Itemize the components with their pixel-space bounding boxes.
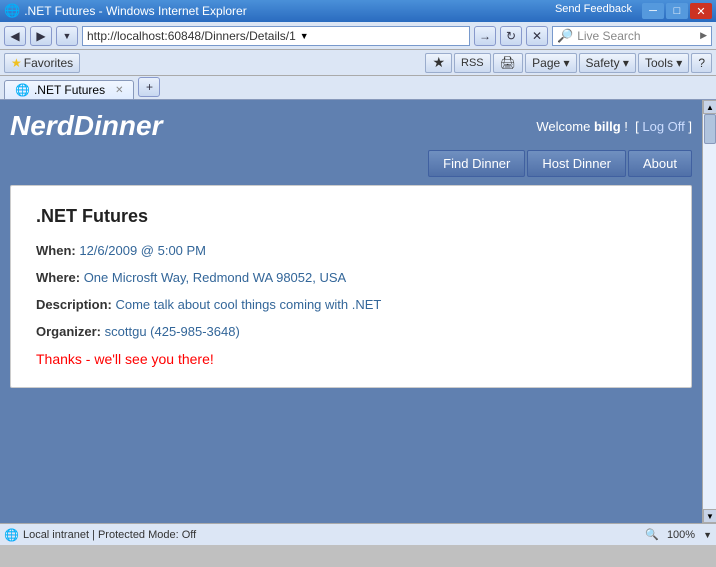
stop-button[interactable]: ✕ <box>526 26 548 46</box>
nav-buttons: Find Dinner Host Dinner About <box>10 150 692 177</box>
when-value: 12/6/2009 @ 5:00 PM <box>79 243 206 258</box>
organizer-value: scottgu (425-985-3648) <box>105 324 240 339</box>
find-dinner-button[interactable]: Find Dinner <box>428 150 525 177</box>
dinner-title: .NET Futures <box>36 206 666 227</box>
host-dinner-button[interactable]: Host Dinner <box>527 150 626 177</box>
tab-close-icon[interactable]: ✕ <box>115 85 123 96</box>
zoom-dropdown-icon[interactable]: ▼ <box>703 530 712 540</box>
dinner-detail-card: .NET Futures When: 12/6/2009 @ 5:00 PM W… <box>10 185 692 388</box>
safety-menu[interactable]: Safety ▾ <box>579 53 636 73</box>
log-off-link[interactable]: Log Off <box>642 119 684 134</box>
address-input[interactable]: http://localhost:60848/Dinners/Details/1… <box>82 26 470 46</box>
zone-label: Local intranet | Protected Mode: Off <box>23 529 196 541</box>
tab-icon: 🌐 <box>15 83 30 97</box>
rss-button[interactable]: RSS <box>454 53 491 73</box>
minimize-button[interactable]: ─ <box>642 3 664 19</box>
organizer-field: Organizer: scottgu (425-985-3648) <box>36 324 666 339</box>
tab-bar: 🌐 .NET Futures ✕ + <box>0 76 716 100</box>
send-feedback-link[interactable]: Send Feedback <box>555 3 632 19</box>
help-button[interactable]: ? <box>691 53 712 73</box>
go-button[interactable]: → <box>474 26 496 46</box>
zoom-level: 100% <box>667 529 695 541</box>
tools-menu[interactable]: Tools ▾ <box>638 53 689 73</box>
thanks-message: Thanks - we'll see you there! <box>36 351 666 367</box>
username: billg <box>594 119 621 134</box>
status-right: 🔍 100% ▼ <box>645 528 712 541</box>
url-text: http://localhost:60848/Dinners/Details/1 <box>87 29 296 43</box>
when-field: When: 12/6/2009 @ 5:00 PM <box>36 243 666 258</box>
history-dropdown-button[interactable]: ▼ <box>56 26 78 46</box>
forward-button[interactable]: ▶ <box>30 26 52 46</box>
organizer-label: Organizer: <box>36 324 101 339</box>
title-bar: 🌐 .NET Futures - Windows Internet Explor… <box>0 0 716 22</box>
title-bar-left: 🌐 .NET Futures - Windows Internet Explor… <box>4 3 247 19</box>
close-button[interactable]: ✕ <box>690 3 712 19</box>
star-icon: ★ <box>11 56 22 70</box>
status-bar: 🌐 Local intranet | Protected Mode: Off 🔍… <box>0 523 716 545</box>
app-header: NerdDinner Welcome billg ! [ Log Off ] <box>10 110 692 142</box>
stop-icon: ✕ <box>532 29 542 43</box>
back-icon: ◀ <box>10 29 19 43</box>
back-button[interactable]: ◀ <box>4 26 26 46</box>
app-title: NerdDinner <box>10 110 162 142</box>
when-label: When: <box>36 243 76 258</box>
globe-icon: 🌐 <box>4 528 19 542</box>
welcome-label: Welcome <box>536 119 590 134</box>
forward-icon: ▶ <box>36 29 45 43</box>
description-field: Description: Come talk about cool things… <box>36 297 666 312</box>
search-placeholder: Live Search <box>577 29 696 43</box>
scroll-thumb[interactable] <box>704 114 716 144</box>
zoom-icon: 🔍 <box>645 528 659 541</box>
welcome-area: Welcome billg ! [ Log Off ] <box>536 119 692 134</box>
toolbar: ★ Favorites ★ RSS 🖨 Page ▾ Safety ▾ Tool… <box>0 50 716 76</box>
browser-content: NerdDinner Welcome billg ! [ Log Off ] F… <box>0 100 716 545</box>
where-value: One Microsft Way, Redmond WA 98052, USA <box>84 270 347 285</box>
where-label: Where: <box>36 270 80 285</box>
title-bar-controls: Send Feedback ─ □ ✕ <box>555 3 712 19</box>
print-button[interactable]: 🖨 <box>493 53 524 73</box>
tab-net-futures[interactable]: 🌐 .NET Futures ✕ <box>4 80 134 99</box>
address-bar: ◀ ▶ ▼ http://localhost:60848/Dinners/Det… <box>0 22 716 50</box>
app-container: NerdDinner Welcome billg ! [ Log Off ] F… <box>0 100 716 545</box>
description-value: Come talk about cool things coming with … <box>115 297 381 312</box>
description-label: Description: <box>36 297 112 312</box>
about-button[interactable]: About <box>628 150 692 177</box>
search-box[interactable]: 🔎 Live Search ▶ <box>552 26 712 46</box>
maximize-button[interactable]: □ <box>666 3 688 19</box>
refresh-icon: ↻ <box>506 29 516 43</box>
search-ie-icon: 🔎 <box>557 28 573 44</box>
vertical-scrollbar[interactable]: ▲ ▼ <box>702 100 716 523</box>
welcome-suffix: ! <box>624 119 628 134</box>
scroll-track[interactable] <box>703 114 716 509</box>
new-tab-button[interactable]: + <box>138 77 160 97</box>
search-submit-icon[interactable]: ▶ <box>700 30 707 41</box>
where-field: Where: One Microsft Way, Redmond WA 9805… <box>36 270 666 285</box>
go-icon: → <box>479 29 491 43</box>
window-title: .NET Futures - Windows Internet Explorer <box>24 4 247 18</box>
scroll-up-button[interactable]: ▲ <box>703 100 716 114</box>
favorites-button[interactable]: ★ Favorites <box>4 53 80 73</box>
scroll-down-button[interactable]: ▼ <box>703 509 716 523</box>
add-to-favorites-icon[interactable]: ★ <box>425 53 452 73</box>
status-left: 🌐 Local intranet | Protected Mode: Off <box>4 528 196 542</box>
tab-label: .NET Futures <box>34 83 105 97</box>
page-menu[interactable]: Page ▾ <box>525 53 576 73</box>
address-dropdown-icon[interactable]: ▼ <box>300 31 309 41</box>
ie-title-icon: 🌐 <box>4 3 20 19</box>
refresh-button[interactable]: ↻ <box>500 26 522 46</box>
